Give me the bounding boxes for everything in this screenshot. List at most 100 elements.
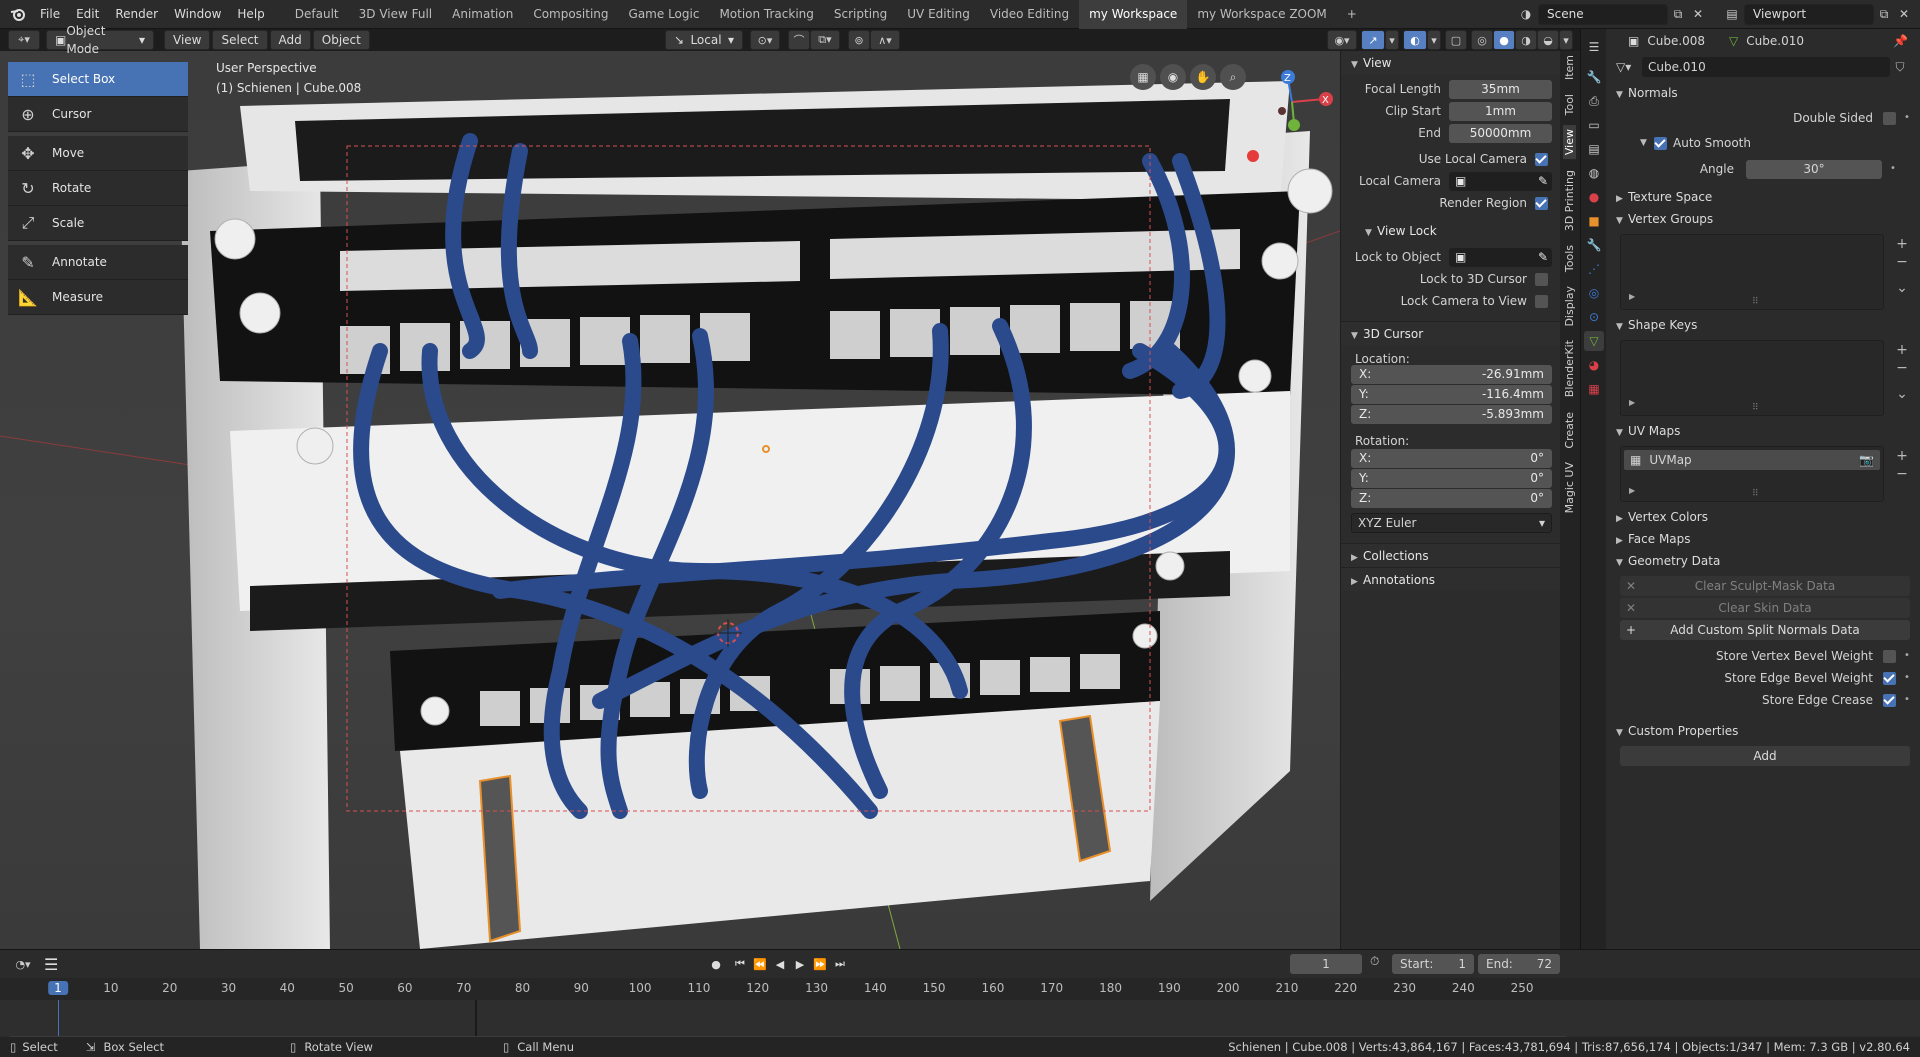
chevron-down-icon[interactable]: ⌄ [1893,385,1911,403]
sidebar-tab-view[interactable]: View [1563,125,1576,160]
sidebar-tab-tools[interactable]: Tools [1563,241,1576,276]
keyframe-area[interactable] [0,1000,1920,1036]
tool-measure[interactable]: 📐 Measure [8,280,188,315]
menu-window[interactable]: Window [166,0,229,29]
stopwatch-icon[interactable]: ⏱ [1370,954,1379,969]
keyframe-dot-icon[interactable]: • [1890,164,1896,174]
zoom-icon[interactable]: ⌕ [1220,64,1246,90]
camera-grid-icon[interactable]: ▦ [1130,64,1156,90]
add-uv-map-icon[interactable]: + [1893,447,1911,465]
scene-name-field[interactable]: Scene [1538,3,1668,25]
view-layer-name-field[interactable]: Viewport [1744,3,1874,25]
snap-target-icon[interactable]: ⧉▾ [810,30,840,50]
viewport-menu-view[interactable]: View [164,30,211,50]
lock-to-3d-cursor-checkbox[interactable] [1535,272,1548,286]
sidebar-tab-item[interactable]: Item [1563,51,1576,84]
uv-map-item[interactable]: ▦ UVMap 📷 [1624,450,1880,470]
tab-scripting[interactable]: Scripting [824,0,897,29]
normals-header[interactable]: ▼ Normals [1606,82,1920,104]
annotations-panel-header[interactable]: ▶ Annotations [1341,567,1560,591]
tab-3d-view-full[interactable]: 3D View Full [349,0,443,29]
tab-animation[interactable]: Animation [442,0,523,29]
physics-icon[interactable]: ◎ [1584,283,1604,303]
sidebar-tab-create[interactable]: Create [1563,408,1576,453]
lock-to-object-field[interactable]: ▣ ✎ [1449,247,1552,267]
proportional-edit-icon[interactable]: ⊚ [848,30,870,50]
resize-grip-icon[interactable]: ⠿ [1752,297,1759,307]
view-layer-selector[interactable]: ▤ Viewport ⧉ ✕ [1720,3,1914,25]
clear-sculpt-mask-button[interactable]: ✕ Clear Sculpt-Mask Data [1620,576,1910,596]
cursor-rotation-z-field[interactable]: Z: 0° [1351,489,1552,508]
tab-compositing[interactable]: Compositing [523,0,618,29]
viewport-menu-object[interactable]: Object [312,30,370,50]
world-icon[interactable]: ● [1584,187,1604,207]
new-view-layer-icon[interactable]: ⧉ [1874,7,1894,22]
delete-scene-icon[interactable]: ✕ [1688,7,1708,21]
scene-selector[interactable]: ◑ Scene ⧉ ✕ [1514,3,1708,25]
cursor-z-field[interactable]: Z: -5.893mm [1351,405,1552,424]
keyframe-dot-icon[interactable]: • [1904,695,1910,705]
expand-triangle-icon[interactable]: ▶ [1629,292,1635,301]
constraints-icon[interactable]: ⊙ [1584,307,1604,327]
tool-move[interactable]: ✥ Move [8,136,188,171]
3d-cursor-panel-header[interactable]: ▼ 3D Cursor [1341,321,1560,345]
menu-icon[interactable]: ☰ [44,955,58,974]
start-frame-field[interactable]: Start: 1 [1392,954,1474,974]
clip-start-field[interactable]: 1mm [1449,101,1552,121]
focal-length-field[interactable]: 35mm [1449,79,1552,99]
particles-icon[interactable]: ⋰ [1584,259,1604,279]
modifiers-icon[interactable]: 🔧 [1584,235,1604,255]
expand-triangle-icon[interactable]: ▶ [1629,398,1635,407]
render-icon[interactable]: ⎙ [1584,91,1604,111]
jump-keyframe-back-icon[interactable]: ⏪ [750,954,770,974]
jump-start-icon[interactable]: ⏮ [730,954,750,974]
sidebar-tab-blenderkit[interactable]: BlenderKit [1563,336,1576,401]
camera-view-icon[interactable]: ◉ [1160,64,1186,90]
tool-settings-icon[interactable]: 🔧 [1584,67,1604,87]
uv-maps-header[interactable]: ▼ UV Maps [1606,420,1920,442]
add-custom-split-normals-button[interactable]: + Add Custom Split Normals Data [1620,620,1910,640]
use-local-camera-checkbox[interactable] [1535,152,1548,166]
cursor-y-field[interactable]: Y: -116.4mm [1351,385,1552,404]
chevron-down-icon[interactable]: ⌄ [1893,279,1911,297]
play-reverse-icon[interactable]: ◀ [770,954,790,974]
menu-help[interactable]: Help [229,0,272,29]
mesh-datablock-selector[interactable]: ▽▾ Cube.010 ⛉ [1616,56,1910,78]
shading-wireframe-icon[interactable]: ◎ [1471,30,1493,50]
double-sided-checkbox[interactable] [1883,111,1896,125]
remove-vertex-group-icon[interactable]: − [1893,253,1911,271]
material-icon[interactable]: ◕ [1584,355,1604,375]
tab-my-workspace[interactable]: my Workspace [1079,0,1188,29]
tool-annotate[interactable]: ✎ Annotate [8,245,188,280]
store-vertex-bevel-checkbox[interactable] [1883,649,1896,663]
store-edge-crease-checkbox[interactable] [1883,693,1896,707]
gizmo-dropdown-icon[interactable]: ▾ [1385,30,1399,50]
view-panel-header[interactable]: ▼ View [1341,51,1560,75]
expand-triangle-icon[interactable]: ▶ [1629,486,1635,495]
end-frame-field[interactable]: End: 72 [1478,954,1560,974]
output-icon[interactable]: ▭ [1584,115,1604,135]
3d-viewport[interactable]: User Perspective (1) Schienen | Cube.008… [0,51,1340,949]
add-shape-key-icon[interactable]: + [1893,341,1911,359]
editor-type-icon[interactable]: ⌖▾ [8,30,40,50]
editor-type-icon[interactable]: ◔▾ [8,954,38,974]
collections-panel-header[interactable]: ▶ Collections [1341,543,1560,567]
vertex-groups-header[interactable]: ▼ Vertex Groups [1606,208,1920,230]
play-icon[interactable]: ▶ [790,954,810,974]
jump-keyframe-forward-icon[interactable]: ⏩ [810,954,830,974]
geometry-data-header[interactable]: ▼ Geometry Data [1606,550,1920,572]
view-layer-icon[interactable]: ▤ [1584,139,1604,159]
tab-game-logic[interactable]: Game Logic [619,0,710,29]
editor-type-icon[interactable]: ☰ [1584,37,1604,57]
tool-rotate[interactable]: ↻ Rotate [8,171,188,206]
eyedropper-icon[interactable]: ✎ [1538,248,1548,267]
visibility-icon[interactable]: ◉▾ [1327,30,1357,50]
sidebar-tab-display[interactable]: Display [1563,282,1576,331]
shading-solid-icon[interactable]: ● [1493,30,1515,50]
keyframe-dot-icon[interactable]: • [1904,113,1910,123]
keyframe-dot-icon[interactable]: • [1904,651,1910,661]
add-workspace-icon[interactable]: + [1337,0,1367,29]
scene-icon[interactable]: ◍ [1584,163,1604,183]
xray-icon[interactable]: ▢ [1445,30,1467,50]
remove-shape-key-icon[interactable]: − [1893,359,1911,377]
